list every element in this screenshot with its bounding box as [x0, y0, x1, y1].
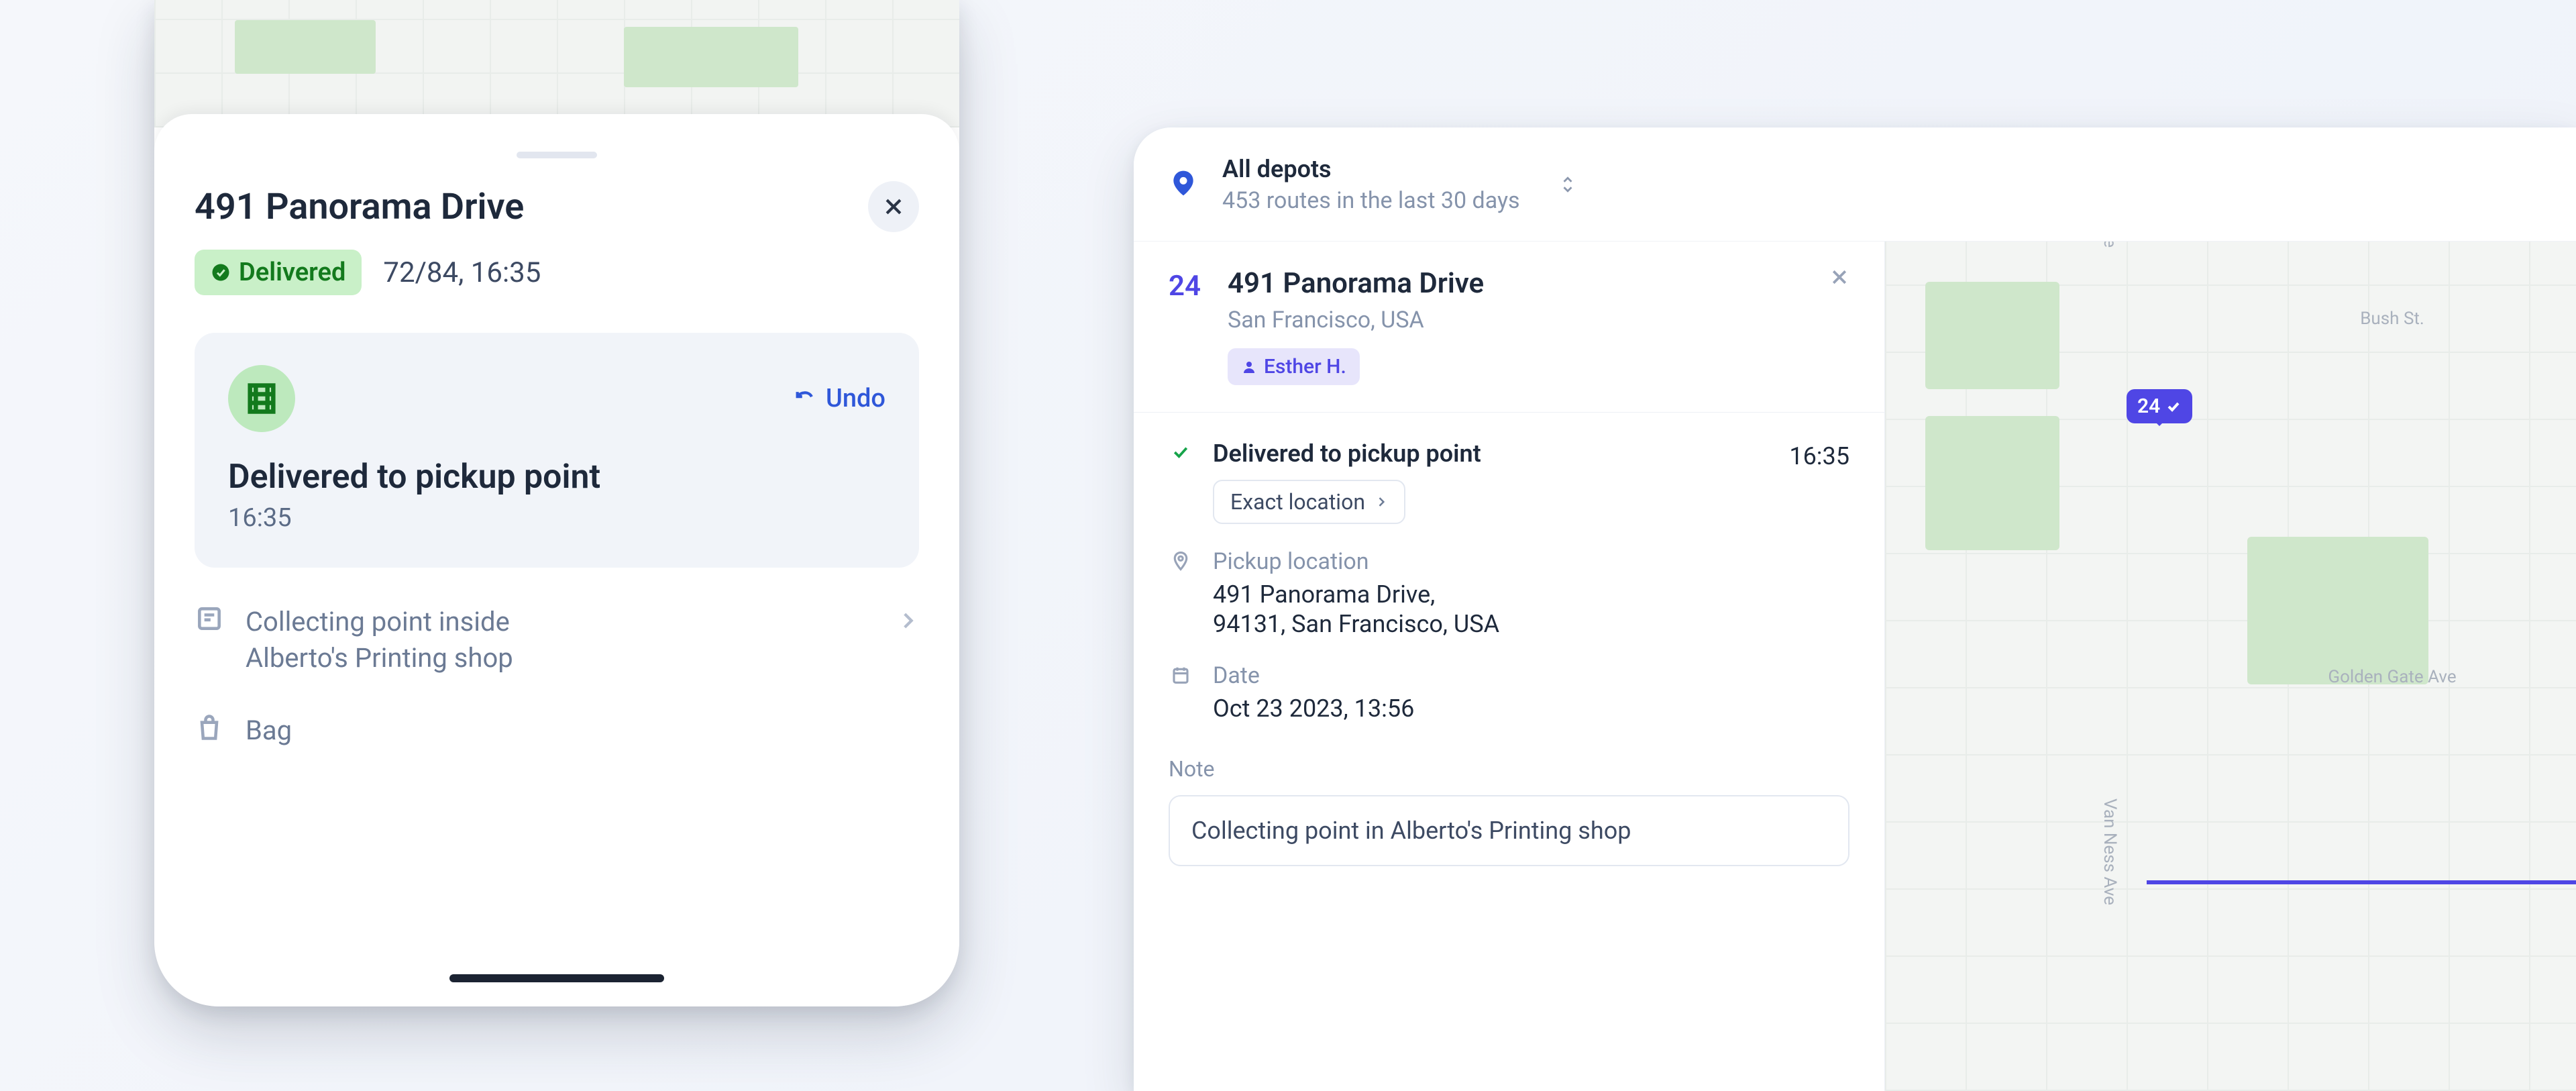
- date-label: Date: [1213, 662, 1414, 689]
- date-value: Oct 23 2023, 13:56: [1213, 694, 1414, 723]
- shelf-icon: [244, 381, 279, 416]
- stop-number: 24: [1169, 267, 1201, 303]
- exact-location-button[interactable]: Exact location: [1213, 480, 1405, 524]
- close-icon: [882, 195, 905, 218]
- item-label: Bag: [246, 713, 919, 749]
- chevron-right-icon: [1375, 495, 1388, 509]
- desktop-map[interactable]: Van Ness Ave Bush St. Golden Gate Ave Va…: [1885, 127, 2576, 1091]
- delivery-result-time: 16:35: [228, 503, 885, 533]
- check-icon: [1169, 439, 1193, 462]
- collecting-point-row[interactable]: Collecting point inside Alberto's Printi…: [195, 604, 919, 676]
- map-street-label: Bush St.: [2360, 309, 2424, 329]
- stop-title: 491 Panorama Drive: [1228, 267, 1484, 300]
- bag-icon: [195, 713, 224, 742]
- map-park-block: [1925, 416, 2059, 550]
- driver-chip[interactable]: Esther H.: [1228, 348, 1360, 385]
- stop-marker-number: 24: [2137, 395, 2160, 418]
- undo-icon: [794, 387, 816, 410]
- stop-progress-meta: 72/84, 16:35: [383, 256, 541, 289]
- home-indicator[interactable]: [449, 974, 664, 982]
- stop-marker[interactable]: 24: [2127, 389, 2192, 423]
- depot-selector-subtitle: 453 routes in the last 30 days: [1222, 187, 1520, 214]
- exact-location-label: Exact location: [1230, 489, 1365, 515]
- mobile-map-preview[interactable]: [154, 0, 959, 127]
- depot-selector-title: All depots: [1222, 155, 1520, 183]
- pickup-location-line1: 491 Panorama Drive,: [1213, 580, 1499, 609]
- depot-selector-bar: All depots 453 routes in the last 30 day…: [1134, 127, 2576, 242]
- check-circle-icon: [211, 262, 231, 282]
- close-panel-button[interactable]: [1829, 267, 1849, 290]
- pickup-point-avatar: [228, 365, 295, 432]
- delivered-badge: Delivered: [195, 250, 362, 295]
- stop-detail-panel: 24 491 Panorama Drive San Francisco, USA…: [1134, 242, 1885, 1091]
- delivery-result-title: Delivered to pickup point: [228, 458, 885, 497]
- pickup-location-label: Pickup location: [1213, 548, 1499, 575]
- close-sheet-button[interactable]: [868, 181, 919, 232]
- note-input[interactable]: Collecting point in Alberto's Printing s…: [1169, 795, 1849, 866]
- stop-subtitle: San Francisco, USA: [1228, 307, 1484, 333]
- delivery-time: 16:35: [1789, 439, 1849, 470]
- chevron-right-icon: [896, 609, 919, 632]
- depot-selector-button[interactable]: [1560, 175, 1575, 194]
- chevron-up-icon: [1560, 175, 1575, 185]
- calendar-icon: [1169, 662, 1193, 685]
- item-row: Bag: [195, 713, 919, 749]
- desktop-window: Van Ness Ave Bush St. Golden Gate Ave Va…: [1134, 127, 2576, 1091]
- undo-label: Undo: [826, 384, 885, 413]
- person-icon: [1241, 359, 1257, 375]
- collecting-point-text: Collecting point inside Alberto's Printi…: [246, 604, 875, 676]
- delivery-status: Delivered to pickup point: [1213, 439, 1769, 468]
- location-icon: [1169, 548, 1193, 571]
- driver-name: Esther H.: [1264, 355, 1346, 378]
- sheet-grabber[interactable]: [517, 152, 597, 158]
- note-icon: [195, 604, 224, 633]
- map-street-label: Van Ness Ave: [2100, 798, 2120, 905]
- mobile-bottom-sheet: 491 Panorama Drive Delivered 72/84, 16:3…: [154, 114, 959, 1006]
- chevron-down-icon: [1560, 185, 1575, 194]
- delivered-badge-label: Delivered: [239, 258, 345, 287]
- depot-pin-icon: [1169, 168, 1198, 201]
- delivery-result-card: Undo Delivered to pickup point 16:35: [195, 333, 919, 568]
- check-icon: [2165, 399, 2182, 415]
- route-path: [2147, 415, 2576, 884]
- stop-address-title: 491 Panorama Drive: [195, 186, 524, 228]
- map-park-block: [1925, 282, 2059, 389]
- pickup-location-line2: 94131, San Francisco, USA: [1213, 610, 1499, 638]
- undo-button[interactable]: Undo: [794, 384, 885, 413]
- divider: [1134, 412, 1884, 413]
- note-label: Note: [1169, 756, 1849, 782]
- mobile-device-frame: 491 Panorama Drive Delivered 72/84, 16:3…: [154, 0, 959, 1006]
- close-icon: [1829, 267, 1849, 287]
